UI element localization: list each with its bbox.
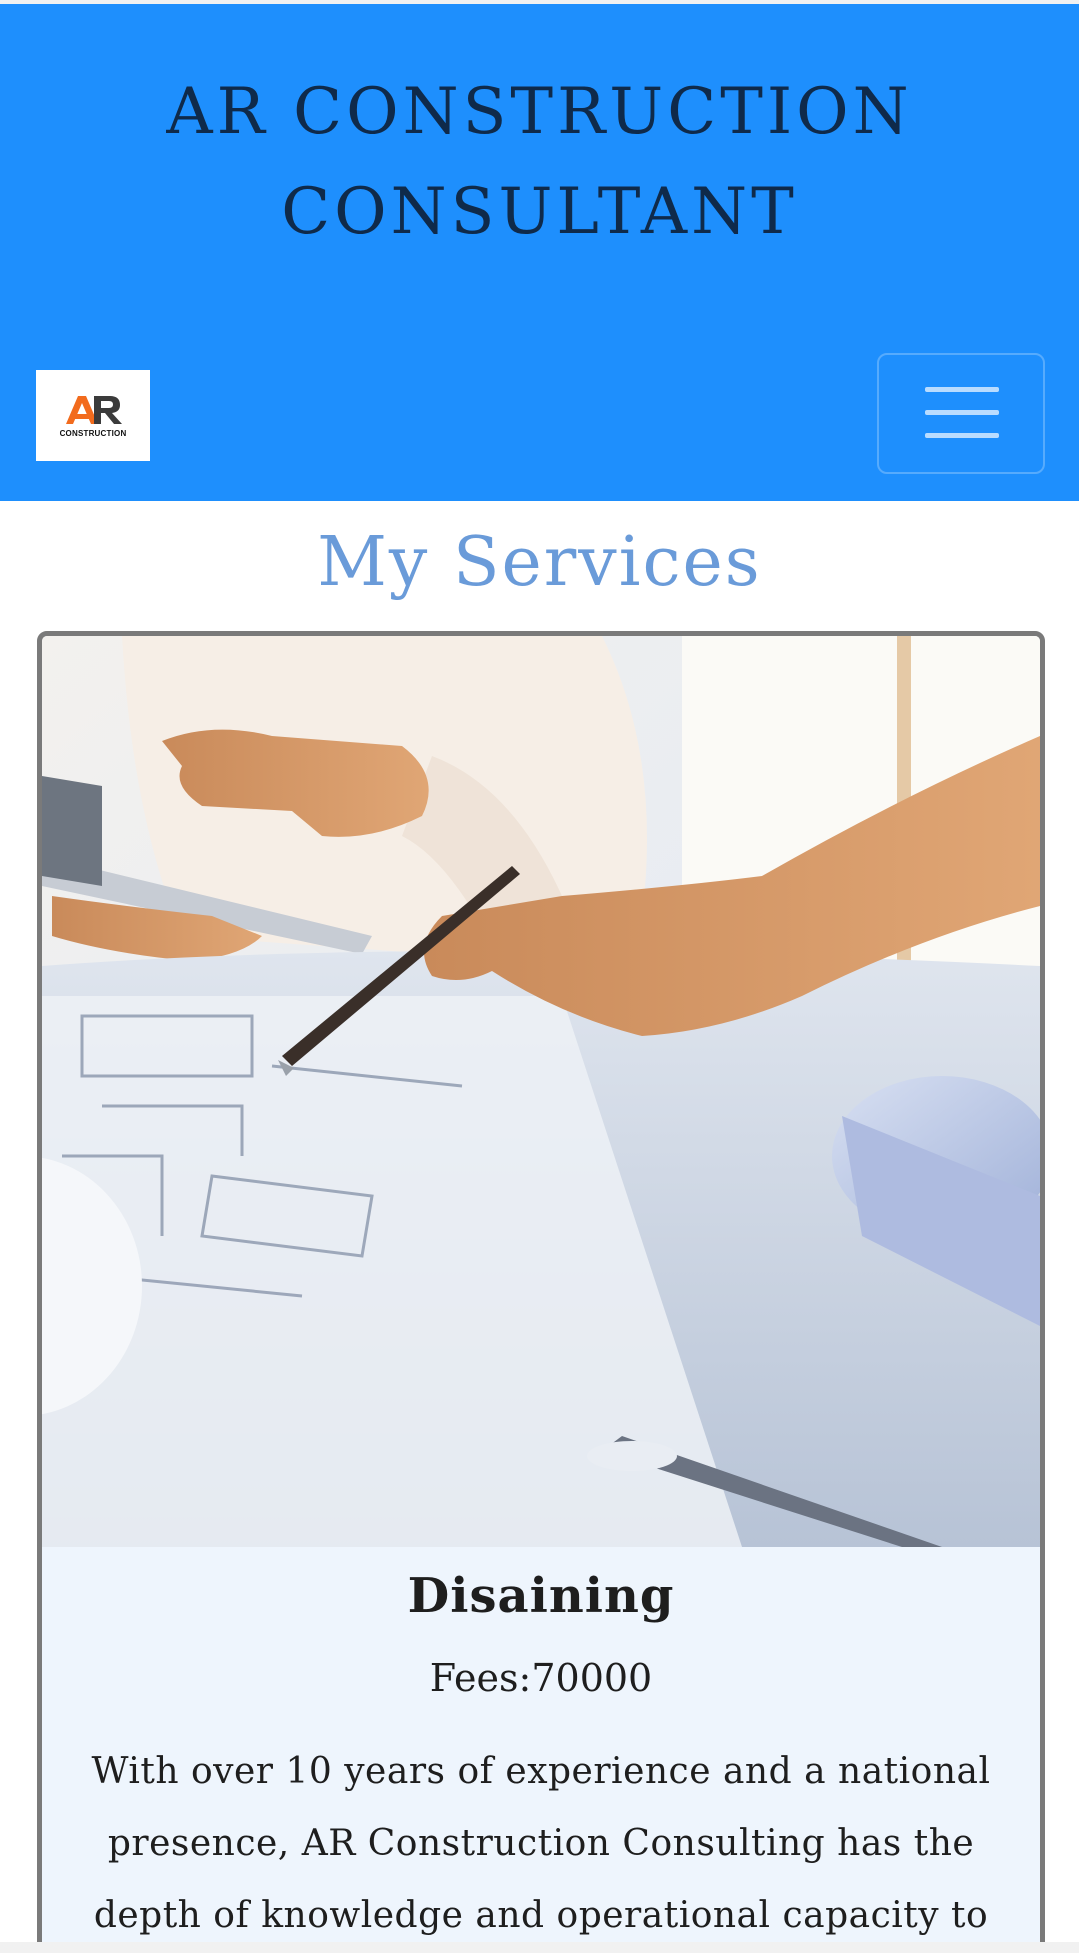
brand-logo[interactable]: CONSTRUCTION — [36, 370, 150, 461]
service-fees: Fees:70000 — [429, 1656, 653, 1700]
site-title-line1: AR CONSTRUCTION — [166, 75, 913, 149]
service-description: With over 10 years of experience and a n… — [91, 1751, 991, 1936]
site-title: AR CONSTRUCTION CONSULTANT — [0, 62, 1079, 262]
menu-toggle-button[interactable] — [877, 353, 1045, 474]
ar-logo-icon — [66, 396, 122, 424]
service-name: Disaining — [407, 1568, 675, 1624]
services-heading: My Services — [317, 523, 762, 602]
service-image — [42, 636, 1040, 1547]
service-card[interactable]: Disaining Fees:70000 With over 10 years … — [37, 631, 1045, 1953]
site-title-line2: CONSULTANT — [281, 175, 798, 249]
bottom-edge — [0, 1942, 1079, 1953]
logo-subtext: CONSTRUCTION — [59, 429, 127, 438]
site-header: AR CONSTRUCTION CONSULTANT CONSTRUCTION — [0, 4, 1079, 501]
